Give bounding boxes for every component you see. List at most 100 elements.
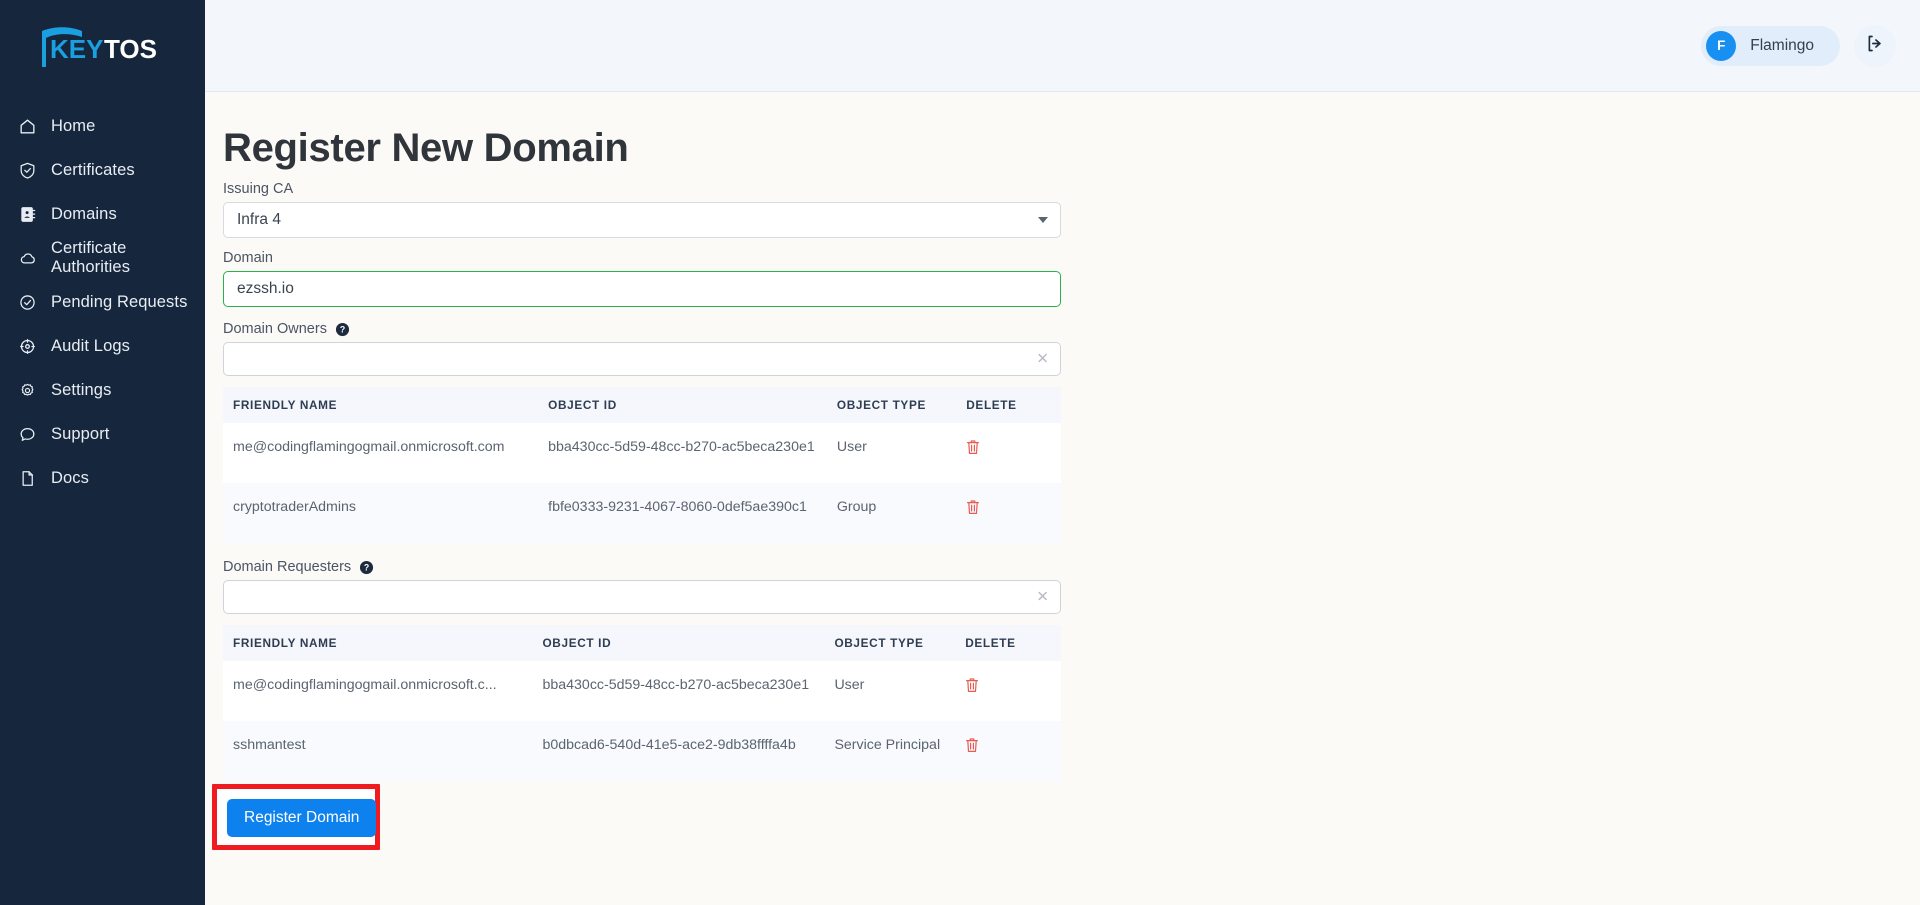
close-icon[interactable]: ✕	[1036, 352, 1049, 367]
column-header-object-type: OBJECT TYPE	[836, 387, 967, 423]
sidebar-item-pending-requests[interactable]: Pending Requests	[0, 280, 205, 324]
sidebar-item-audit-logs[interactable]: Audit Logs	[0, 324, 205, 368]
domain-owners-picker[interactable]: ✕	[223, 342, 1061, 376]
sidebar-item-support[interactable]: Support	[0, 412, 205, 456]
close-icon[interactable]: ✕	[1036, 590, 1049, 605]
domain-label: Domain	[223, 250, 273, 266]
domain-requesters-input[interactable]	[237, 581, 1026, 613]
sidebar-nav: Home Certificates Domains Certificate Au…	[0, 104, 205, 500]
trash-icon[interactable]	[966, 439, 980, 455]
sidebar-item-certificate-authorities[interactable]: Certificate Authorities	[0, 236, 205, 280]
avatar: F	[1706, 30, 1737, 61]
chevron-down-icon	[1038, 217, 1048, 223]
table-row: me@codingflamingogmail.onmicrosoft.c... …	[223, 661, 1061, 721]
cell-object-type: Group	[836, 483, 967, 543]
sidebar: KEY TOS Home Certificates Domains Certif…	[0, 0, 205, 905]
domain-owners-input[interactable]	[237, 343, 1026, 375]
svg-text:?: ?	[340, 324, 345, 334]
cell-friendly-name: cryptotraderAdmins	[223, 483, 549, 543]
cell-object-type: Service Principal	[834, 721, 966, 781]
domain-owners-table-head: FRIENDLY NAME OBJECT ID OBJECT TYPE DELE…	[223, 387, 1061, 423]
cell-delete	[966, 483, 1061, 543]
cell-object-id: bba430cc-5d59-48cc-b270-ac5beca230e1	[542, 661, 835, 721]
sidebar-item-label: Support	[51, 424, 110, 443]
domain-input[interactable]	[223, 271, 1061, 307]
document-icon	[18, 469, 37, 488]
app-root: KEY TOS Home Certificates Domains Certif…	[0, 0, 1920, 905]
column-header-object-id: OBJECT ID	[548, 387, 837, 423]
cloud-icon	[18, 249, 37, 268]
sidebar-item-label: Settings	[51, 380, 112, 399]
column-header-object-id: OBJECT ID	[542, 625, 835, 661]
question-circle-icon[interactable]: ?	[335, 322, 350, 337]
cell-delete	[965, 721, 1061, 781]
domain-requesters-table: FRIENDLY NAME OBJECT ID OBJECT TYPE DELE…	[223, 625, 1061, 781]
issuing-ca-value: Infra 4	[237, 211, 281, 228]
user-menu[interactable]: F Flamingo	[1701, 25, 1840, 66]
sidebar-item-label: Home	[51, 116, 96, 135]
chat-bubble-icon	[18, 425, 37, 444]
cell-object-type: User	[834, 661, 966, 721]
sidebar-item-label: Certificate Authorities	[51, 239, 131, 276]
cell-object-id: b0dbcad6-540d-41e5-ace2-9db38ffffa4b	[542, 721, 835, 781]
compass-icon	[18, 337, 37, 356]
domain-requesters-label-text: Domain Requesters	[223, 559, 352, 575]
cell-object-id: bba430cc-5d59-48cc-b270-ac5beca230e1	[548, 423, 837, 483]
table-header-row: FRIENDLY NAME OBJECT ID OBJECT TYPE DELE…	[223, 387, 1061, 423]
main-panel: F Flamingo Register New Domain Issuing C…	[205, 0, 1920, 905]
domain-owners-table: FRIENDLY NAME OBJECT ID OBJECT TYPE DELE…	[223, 387, 1061, 543]
sidebar-item-settings[interactable]: Settings	[0, 368, 205, 412]
trash-icon[interactable]	[965, 677, 979, 693]
trash-icon[interactable]	[966, 499, 980, 515]
domain-owners-label: Domain Owners ?	[223, 321, 1061, 337]
trash-icon[interactable]	[965, 737, 979, 753]
domain-owners-label-text: Domain Owners	[223, 321, 327, 337]
home-icon	[18, 117, 37, 136]
keytos-logo-icon: KEY TOS	[42, 27, 157, 67]
table-row: me@codingflamingogmail.onmicrosoft.com b…	[223, 423, 1061, 483]
table-row: cryptotraderAdmins fbfe0333-9231-4067-80…	[223, 483, 1061, 543]
table-header-row: FRIENDLY NAME OBJECT ID OBJECT TYPE DELE…	[223, 625, 1061, 661]
sidebar-item-certificates[interactable]: Certificates	[0, 148, 205, 192]
brand-logo[interactable]: KEY TOS	[0, 6, 205, 90]
top-bar: F Flamingo	[205, 0, 1920, 92]
domain-owners-table-body: me@codingflamingogmail.onmicrosoft.com b…	[223, 423, 1061, 543]
register-domain-button[interactable]: Register Domain	[227, 799, 377, 837]
domain-requesters-table-head: FRIENDLY NAME OBJECT ID OBJECT TYPE DELE…	[223, 625, 1061, 661]
sidebar-item-docs[interactable]: Docs	[0, 456, 205, 500]
logout-icon	[1865, 33, 1886, 59]
svg-text:?: ?	[364, 562, 369, 572]
user-name-label: Flamingo	[1750, 36, 1814, 54]
cell-object-id: fbfe0333-9231-4067-8060-0def5ae390c1	[548, 483, 837, 543]
issuing-ca-select[interactable]: Infra 4	[223, 202, 1061, 238]
column-header-object-type: OBJECT TYPE	[834, 625, 966, 661]
column-header-friendly-name: FRIENDLY NAME	[223, 625, 543, 661]
address-book-icon	[18, 205, 37, 224]
sidebar-item-home[interactable]: Home	[0, 104, 205, 148]
domain-requesters-label: Domain Requesters ?	[223, 559, 1061, 575]
svg-text:KEY: KEY	[50, 34, 103, 64]
issuing-ca-label: Issuing CA	[223, 181, 294, 197]
sidebar-item-label: Docs	[51, 468, 89, 487]
cell-friendly-name: me@codingflamingogmail.onmicrosoft.com	[223, 423, 549, 483]
svg-text:TOS: TOS	[104, 34, 157, 64]
sidebar-item-label: Certificates	[51, 160, 135, 179]
sidebar-item-domains[interactable]: Domains	[0, 192, 205, 236]
cell-friendly-name: me@codingflamingogmail.onmicrosoft.c...	[223, 661, 543, 721]
page-content: Register New Domain Issuing CA Infra 4 D…	[205, 92, 1920, 905]
sidebar-item-label: Pending Requests	[51, 292, 188, 311]
register-domain-form: Issuing CA Infra 4 Domain Domain Owners …	[212, 181, 1061, 850]
logout-button[interactable]	[1854, 24, 1896, 67]
shield-check-icon	[18, 161, 37, 180]
check-circle-icon	[18, 293, 37, 312]
submit-zone: Register Domain	[212, 784, 401, 850]
column-header-delete: DELETE	[965, 625, 1061, 661]
question-circle-icon[interactable]: ?	[359, 560, 374, 575]
cell-delete	[965, 661, 1061, 721]
column-header-delete: DELETE	[966, 387, 1061, 423]
cell-object-type: User	[836, 423, 967, 483]
column-header-friendly-name: FRIENDLY NAME	[223, 387, 549, 423]
domain-requesters-table-body: me@codingflamingogmail.onmicrosoft.c... …	[223, 661, 1061, 781]
table-row: sshmantest b0dbcad6-540d-41e5-ace2-9db38…	[223, 721, 1061, 781]
domain-requesters-picker[interactable]: ✕	[223, 580, 1061, 614]
